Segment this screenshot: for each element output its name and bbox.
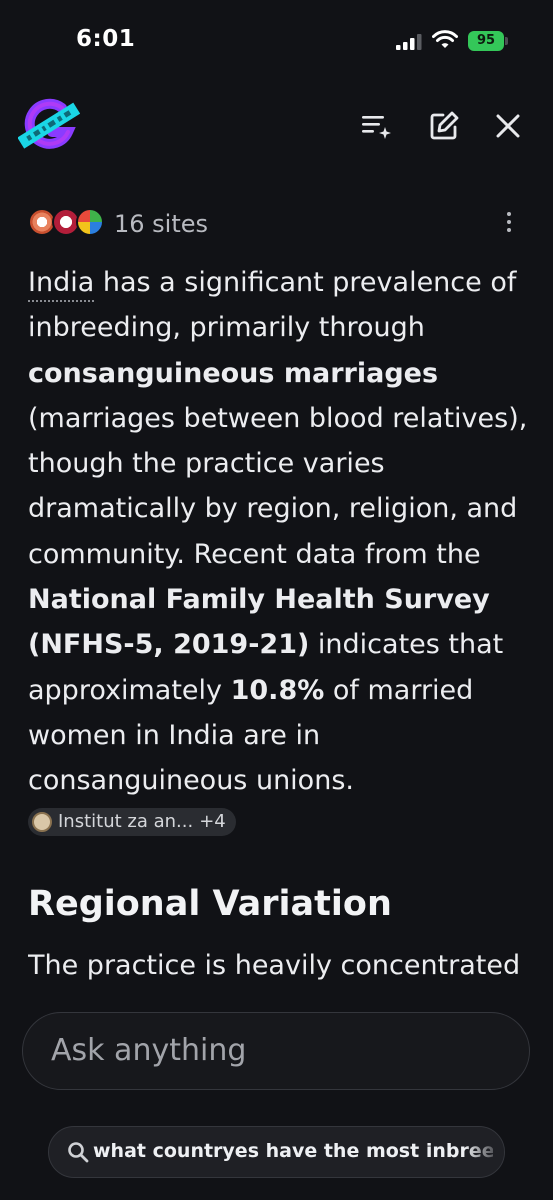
answer-text-part: has a significant prevalence of inbreedi… bbox=[28, 267, 517, 344]
query-chip[interactable]: what countryes have the most inbreedi bbox=[48, 1126, 505, 1178]
search-icon bbox=[68, 1142, 89, 1163]
citation-more: +4 bbox=[199, 810, 226, 832]
new-thread-button[interactable] bbox=[426, 108, 462, 144]
ask-input[interactable]: Ask anything bbox=[22, 1012, 530, 1090]
citation-label: Institut za an... bbox=[58, 810, 194, 832]
answer-bold-percent: 10.8% bbox=[230, 674, 325, 706]
answer-text: India has a significant prevalence of in… bbox=[28, 260, 533, 849]
more-options-icon[interactable] bbox=[500, 208, 518, 236]
ask-input-placeholder: Ask anything bbox=[51, 1033, 247, 1068]
entity-link-india[interactable]: India bbox=[28, 267, 94, 298]
source-favicons bbox=[28, 208, 108, 238]
answer-text-part: (marriages between blood relatives), tho… bbox=[28, 402, 528, 570]
sources-count: 16 sites bbox=[114, 210, 209, 238]
citation-favicon-icon bbox=[32, 811, 52, 832]
battery-level: 95 bbox=[468, 31, 504, 51]
app-logo-icon[interactable] bbox=[18, 98, 80, 154]
source-favicon-3 bbox=[76, 208, 104, 236]
answer-bold-consanguineous: consanguineous marriages bbox=[28, 357, 439, 389]
battery-indicator: 95 bbox=[468, 31, 508, 51]
wifi-icon bbox=[432, 30, 458, 48]
status-time: 6:01 bbox=[76, 26, 136, 52]
close-icon bbox=[496, 114, 520, 138]
edit-icon bbox=[430, 111, 459, 140]
playlist-sparkle-icon bbox=[362, 116, 391, 139]
cellular-signal-icon bbox=[396, 34, 422, 50]
playlist-sparkle-button[interactable] bbox=[358, 108, 394, 144]
app-header bbox=[0, 90, 553, 162]
battery-tip bbox=[505, 37, 508, 45]
citation-chip[interactable]: Institut za an... +4 bbox=[28, 807, 236, 836]
sources-row[interactable]: 16 sites bbox=[28, 204, 528, 242]
section-paragraph: The practice is heavily concentrated bbox=[28, 950, 521, 981]
query-fade bbox=[464, 1127, 504, 1177]
query-text: what countryes have the most inbreedi bbox=[93, 1140, 493, 1162]
status-bar: 6:01 95 bbox=[0, 0, 553, 84]
section-heading: Regional Variation bbox=[28, 884, 392, 924]
close-button[interactable] bbox=[490, 108, 526, 144]
